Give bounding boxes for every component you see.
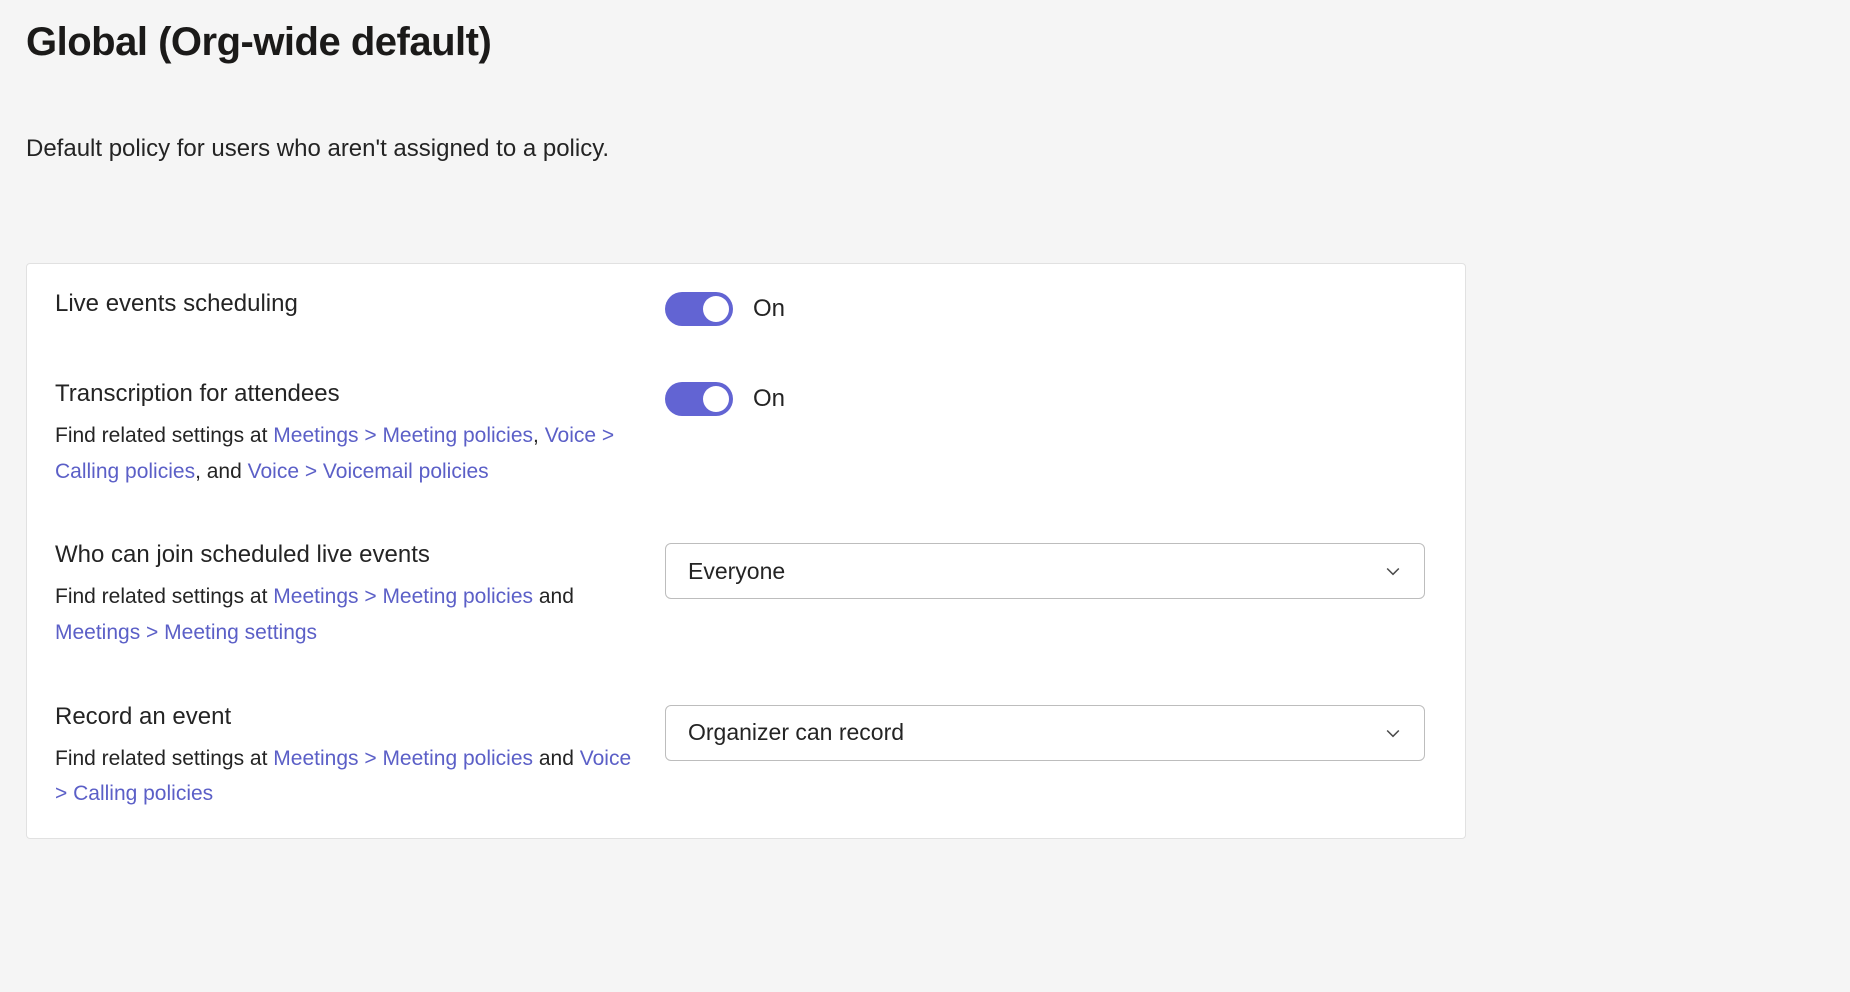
- link-meetings-meeting-policies[interactable]: Meetings > Meeting policies: [273, 585, 533, 608]
- link-meetings-meeting-policies[interactable]: Meetings > Meeting policies: [273, 424, 533, 447]
- toggle-track[interactable]: [665, 292, 733, 326]
- help-text: and: [533, 747, 580, 770]
- link-meetings-meeting-settings[interactable]: Meetings > Meeting settings: [55, 621, 317, 644]
- setting-title-transcription: Transcription for attendees: [55, 380, 635, 408]
- help-text: Find related settings at: [55, 585, 273, 608]
- select-who-can-join[interactable]: Everyone: [665, 543, 1425, 599]
- help-text: , and: [195, 460, 248, 483]
- toggle-track[interactable]: [665, 382, 733, 416]
- chevron-down-icon: [1382, 560, 1404, 582]
- setting-row-transcription: Transcription for attendees Find related…: [55, 354, 1437, 515]
- page-description: Default policy for users who aren't assi…: [26, 135, 1824, 163]
- link-meetings-meeting-policies[interactable]: Meetings > Meeting policies: [273, 747, 533, 770]
- toggle-live-events-scheduling[interactable]: On: [665, 292, 785, 326]
- setting-help-who-can-join: Find related settings at Meetings > Meet…: [55, 579, 635, 650]
- help-text: and: [533, 585, 574, 608]
- setting-title-who-can-join: Who can join scheduled live events: [55, 541, 635, 569]
- toggle-thumb: [703, 296, 729, 322]
- toggle-state-label: On: [753, 295, 785, 323]
- help-text: ,: [533, 424, 545, 447]
- page-title: Global (Org-wide default): [26, 20, 1824, 65]
- toggle-state-label: On: [753, 385, 785, 413]
- setting-title-live-events-scheduling: Live events scheduling: [55, 290, 635, 318]
- help-text: Find related settings at: [55, 424, 273, 447]
- toggle-transcription[interactable]: On: [665, 382, 785, 416]
- setting-row-live-events-scheduling: Live events scheduling On: [55, 264, 1437, 354]
- select-value: Everyone: [688, 558, 785, 585]
- link-voice-voicemail-policies[interactable]: Voice > Voicemail policies: [248, 460, 489, 483]
- settings-card: Live events scheduling On Transcription …: [26, 263, 1466, 839]
- select-record-event[interactable]: Organizer can record: [665, 705, 1425, 761]
- select-value: Organizer can record: [688, 719, 904, 746]
- setting-title-record-event: Record an event: [55, 703, 635, 731]
- setting-help-transcription: Find related settings at Meetings > Meet…: [55, 418, 635, 489]
- chevron-down-icon: [1382, 722, 1404, 744]
- setting-help-record-event: Find related settings at Meetings > Meet…: [55, 741, 635, 812]
- setting-row-who-can-join: Who can join scheduled live events Find …: [55, 515, 1437, 676]
- toggle-thumb: [703, 386, 729, 412]
- setting-row-record-event: Record an event Find related settings at…: [55, 677, 1437, 838]
- help-text: Find related settings at: [55, 747, 273, 770]
